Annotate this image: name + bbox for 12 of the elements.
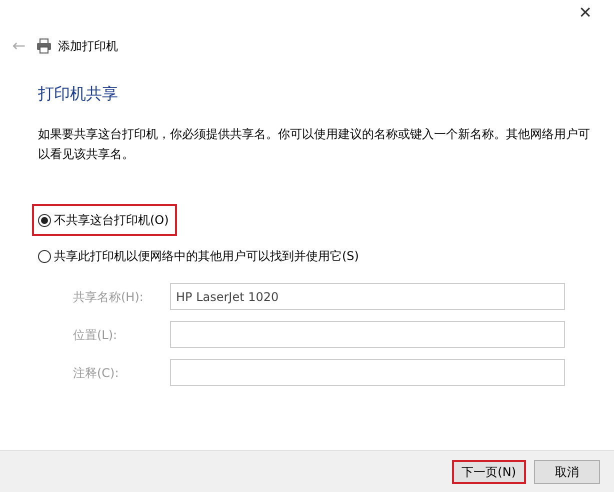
radio-option[interactable]: 不共享这台打印机(O) <box>32 204 177 236</box>
field-label: 注释(C): <box>72 364 120 382</box>
cancel-button[interactable]: 取消 <box>534 460 600 484</box>
next-button[interactable]: 下一页(N) <box>452 460 526 484</box>
printer-icon <box>36 38 52 54</box>
description-text: 如果要共享这台打印机，你必须提供共享名。你可以使用建议的名称或键入一个新名称。其他网络用户可以看见该共享名。 <box>38 126 591 163</box>
window-title: 添加打印机 <box>58 38 118 55</box>
field-label: 共享名称(H): <box>72 288 144 306</box>
field-label: 位置(L): <box>72 326 118 344</box>
close-button[interactable]: ✕ <box>574 2 596 24</box>
radio-option[interactable]: 共享此打印机以便网络中的其他用户可以找到并使用它(S) <box>32 240 367 272</box>
page-heading: 打印机共享 <box>38 83 119 105</box>
